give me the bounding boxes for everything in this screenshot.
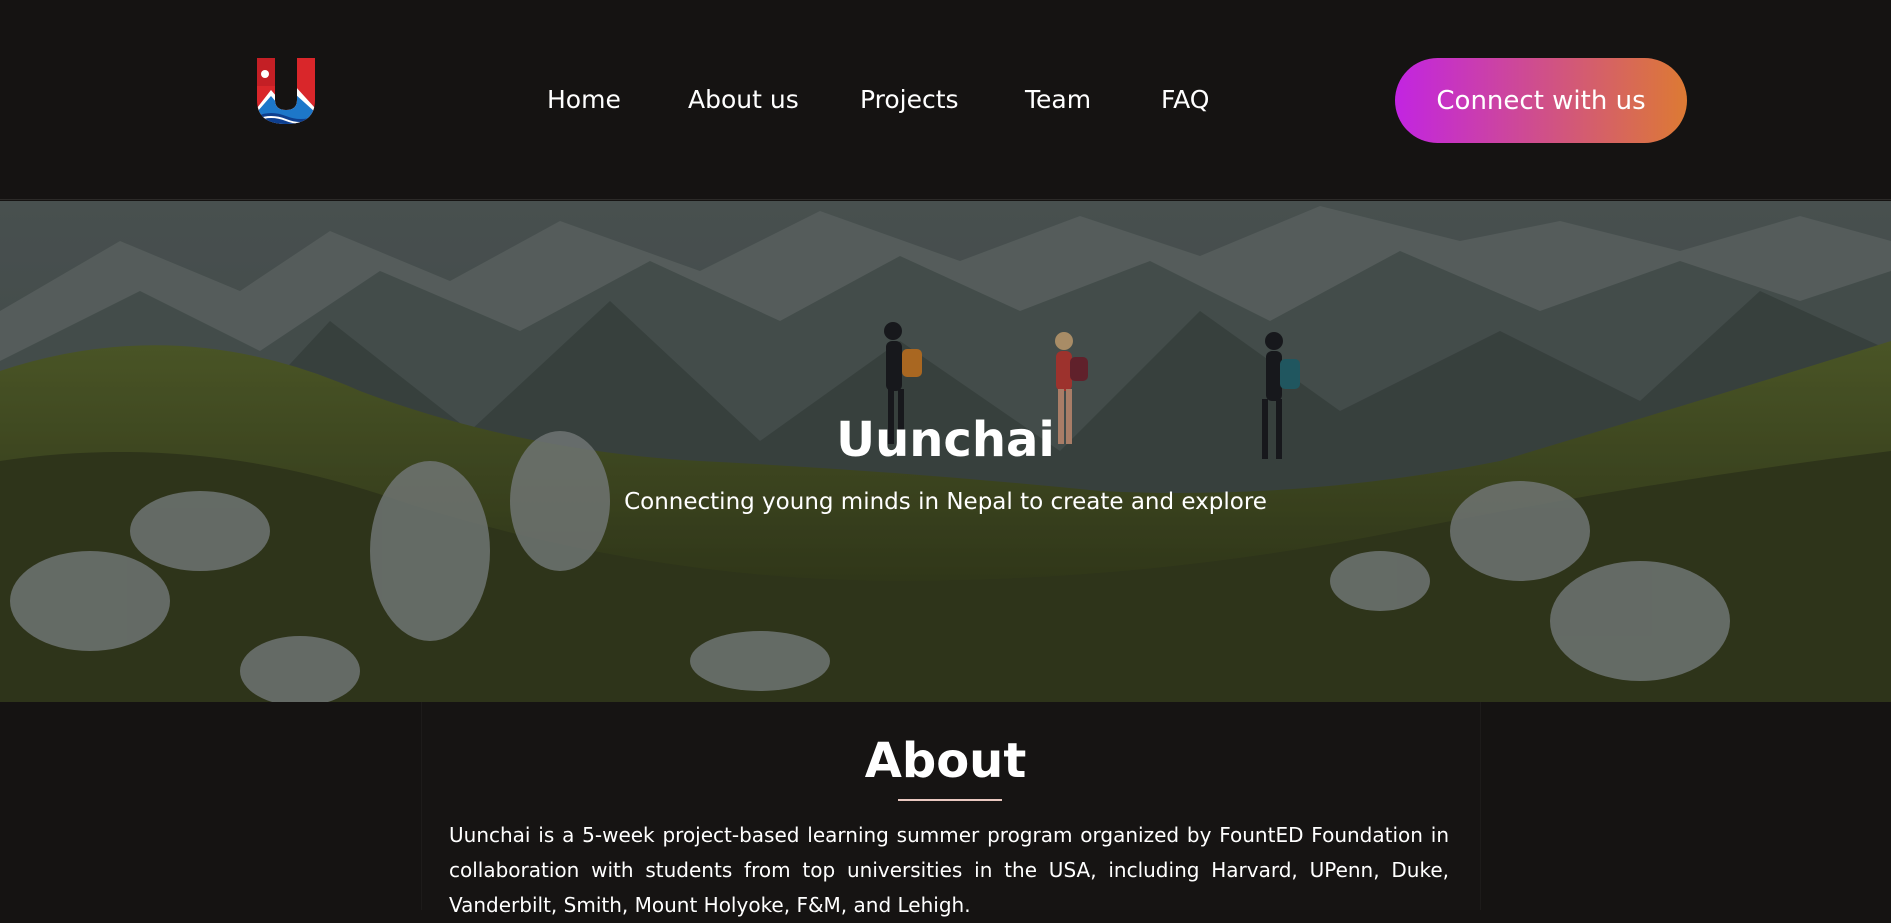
hero-title: Uunchai (836, 412, 1055, 468)
nav-team-link[interactable]: Team (1025, 84, 1091, 116)
about-title-underline (898, 799, 1002, 801)
nav-faq-link[interactable]: FAQ (1161, 84, 1209, 116)
nav-home-link[interactable]: Home (547, 84, 621, 116)
about-section: About Uunchai is a 5-week project-based … (0, 702, 1891, 917)
hero-section: Uunchai Connecting young minds in Nepal … (0, 201, 1891, 702)
connect-with-us-button[interactable]: Connect with us (1395, 58, 1687, 143)
hero-subtitle: Connecting young minds in Nepal to creat… (624, 489, 1267, 515)
nav-projects-link[interactable]: Projects (860, 84, 959, 116)
nav-about-link[interactable]: About us (688, 84, 799, 116)
about-title: About (864, 733, 1027, 789)
site-header: Home About us Projects Team FAQ Connect … (0, 0, 1891, 200)
about-text: Uunchai is a 5-week project-based learni… (449, 823, 1449, 917)
